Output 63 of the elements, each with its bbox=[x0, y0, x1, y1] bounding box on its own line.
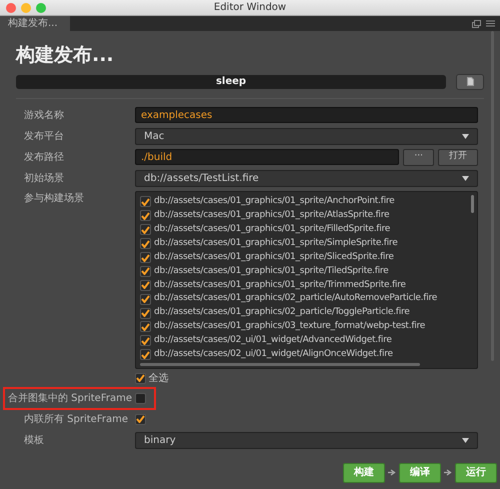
field-label: 发布路径 bbox=[23, 150, 65, 164]
scene-path: db://assets/cases/02_ui/01_widget/AdvancedWidget.fire bbox=[154, 334, 392, 348]
browse-button[interactable]: ··· bbox=[403, 148, 434, 166]
scene-path: db://assets/cases/01_graphics/02_particle/ToggleParticle.fire bbox=[154, 306, 410, 320]
scene-path: db://assets/cases/01_graphics/01_sprite/AnchorPoint.fire bbox=[154, 195, 394, 208]
checkbox[interactable] bbox=[140, 335, 151, 346]
checkbox[interactable] bbox=[140, 294, 151, 305]
scene-path: db://assets/cases/01_graphics/02_particle/AutoRemoveParticle.fire bbox=[154, 292, 437, 306]
check-icon bbox=[136, 415, 145, 424]
checkbox[interactable] bbox=[135, 372, 146, 384]
arrow-icon bbox=[388, 469, 396, 476]
field-label: 游戏名称 bbox=[23, 108, 65, 122]
menu-icon[interactable] bbox=[486, 20, 495, 27]
select-all-label: 全选 bbox=[148, 372, 168, 386]
field-label: 发布平台 bbox=[23, 130, 65, 144]
caret-icon bbox=[462, 176, 469, 180]
action-button[interactable]: 构建 bbox=[343, 462, 385, 483]
document-icon bbox=[466, 77, 474, 86]
check-icon bbox=[136, 374, 145, 382]
checkbox[interactable] bbox=[135, 414, 146, 425]
popout-icon[interactable] bbox=[472, 20, 481, 28]
field-label: 参与构建场景 bbox=[23, 192, 85, 206]
checkbox[interactable] bbox=[135, 393, 146, 404]
list-scrollbar[interactable] bbox=[471, 195, 474, 213]
action-button[interactable]: 运行 bbox=[455, 462, 497, 483]
field-label: 初始场景 bbox=[23, 172, 65, 186]
scene-path: db://assets/cases/01_graphics/01_sprite/TrimmedSprite.fire bbox=[154, 278, 406, 292]
text-field[interactable]: ./build bbox=[135, 149, 400, 165]
scene-path: db://assets/cases/01_graphics/01_sprite/FilledSprite.fire bbox=[154, 222, 390, 236]
page-heading: 构建发布... bbox=[16, 43, 115, 68]
scene-path: db://assets/cases/01_graphics/01_sprite/SlicedSprite.fire bbox=[154, 250, 394, 264]
arrow-icon bbox=[444, 469, 452, 476]
window-title: Editor Window bbox=[214, 2, 286, 13]
scene-path: db://assets/cases/01_graphics/01_sprite/SimpleSprite.fire bbox=[154, 236, 398, 250]
document-button[interactable] bbox=[456, 74, 484, 90]
checkbox[interactable] bbox=[140, 349, 151, 360]
checkbox[interactable] bbox=[140, 196, 151, 208]
caret-icon bbox=[462, 438, 469, 443]
checkbox[interactable] bbox=[140, 210, 151, 222]
dropdown[interactable]: Mac bbox=[135, 128, 478, 144]
text-field[interactable]: examplecases bbox=[135, 107, 478, 123]
option-label: 内联所有 SpriteFrame bbox=[23, 412, 129, 427]
build-name-bar: sleep bbox=[16, 74, 446, 88]
list-scrollbar[interactable] bbox=[140, 362, 420, 366]
checkbox[interactable] bbox=[140, 266, 151, 277]
field-label: 模板 bbox=[23, 434, 45, 448]
dropdown[interactable]: binary bbox=[135, 432, 478, 449]
dropdown[interactable]: db://assets/TestList.fire bbox=[135, 170, 478, 186]
checkbox[interactable] bbox=[140, 280, 151, 291]
open-button[interactable]: 打开 bbox=[438, 148, 478, 166]
checkbox[interactable] bbox=[140, 321, 151, 332]
scene-path: db://assets/cases/02_ui/01_widget/AlignOnceWidget.fire bbox=[154, 348, 393, 361]
caret-icon bbox=[462, 134, 469, 138]
checkbox[interactable] bbox=[140, 308, 151, 319]
option-label: 合并图集中的 SpriteFrame bbox=[8, 392, 133, 406]
scene-path: db://assets/cases/01_graphics/01_sprite/TiledSprite.fire bbox=[154, 264, 388, 278]
action-button[interactable]: 编译 bbox=[399, 462, 441, 483]
checkbox[interactable] bbox=[140, 224, 151, 236]
scene-path: db://assets/cases/01_graphics/01_sprite/AtlasSprite.fire bbox=[154, 209, 390, 222]
checkbox[interactable] bbox=[140, 238, 151, 250]
scene-path: db://assets/cases/01_graphics/03_texture_format/webp-test.fire bbox=[154, 320, 426, 334]
checkbox[interactable] bbox=[140, 252, 151, 263]
tab[interactable]: 构建发布... bbox=[0, 16, 70, 31]
